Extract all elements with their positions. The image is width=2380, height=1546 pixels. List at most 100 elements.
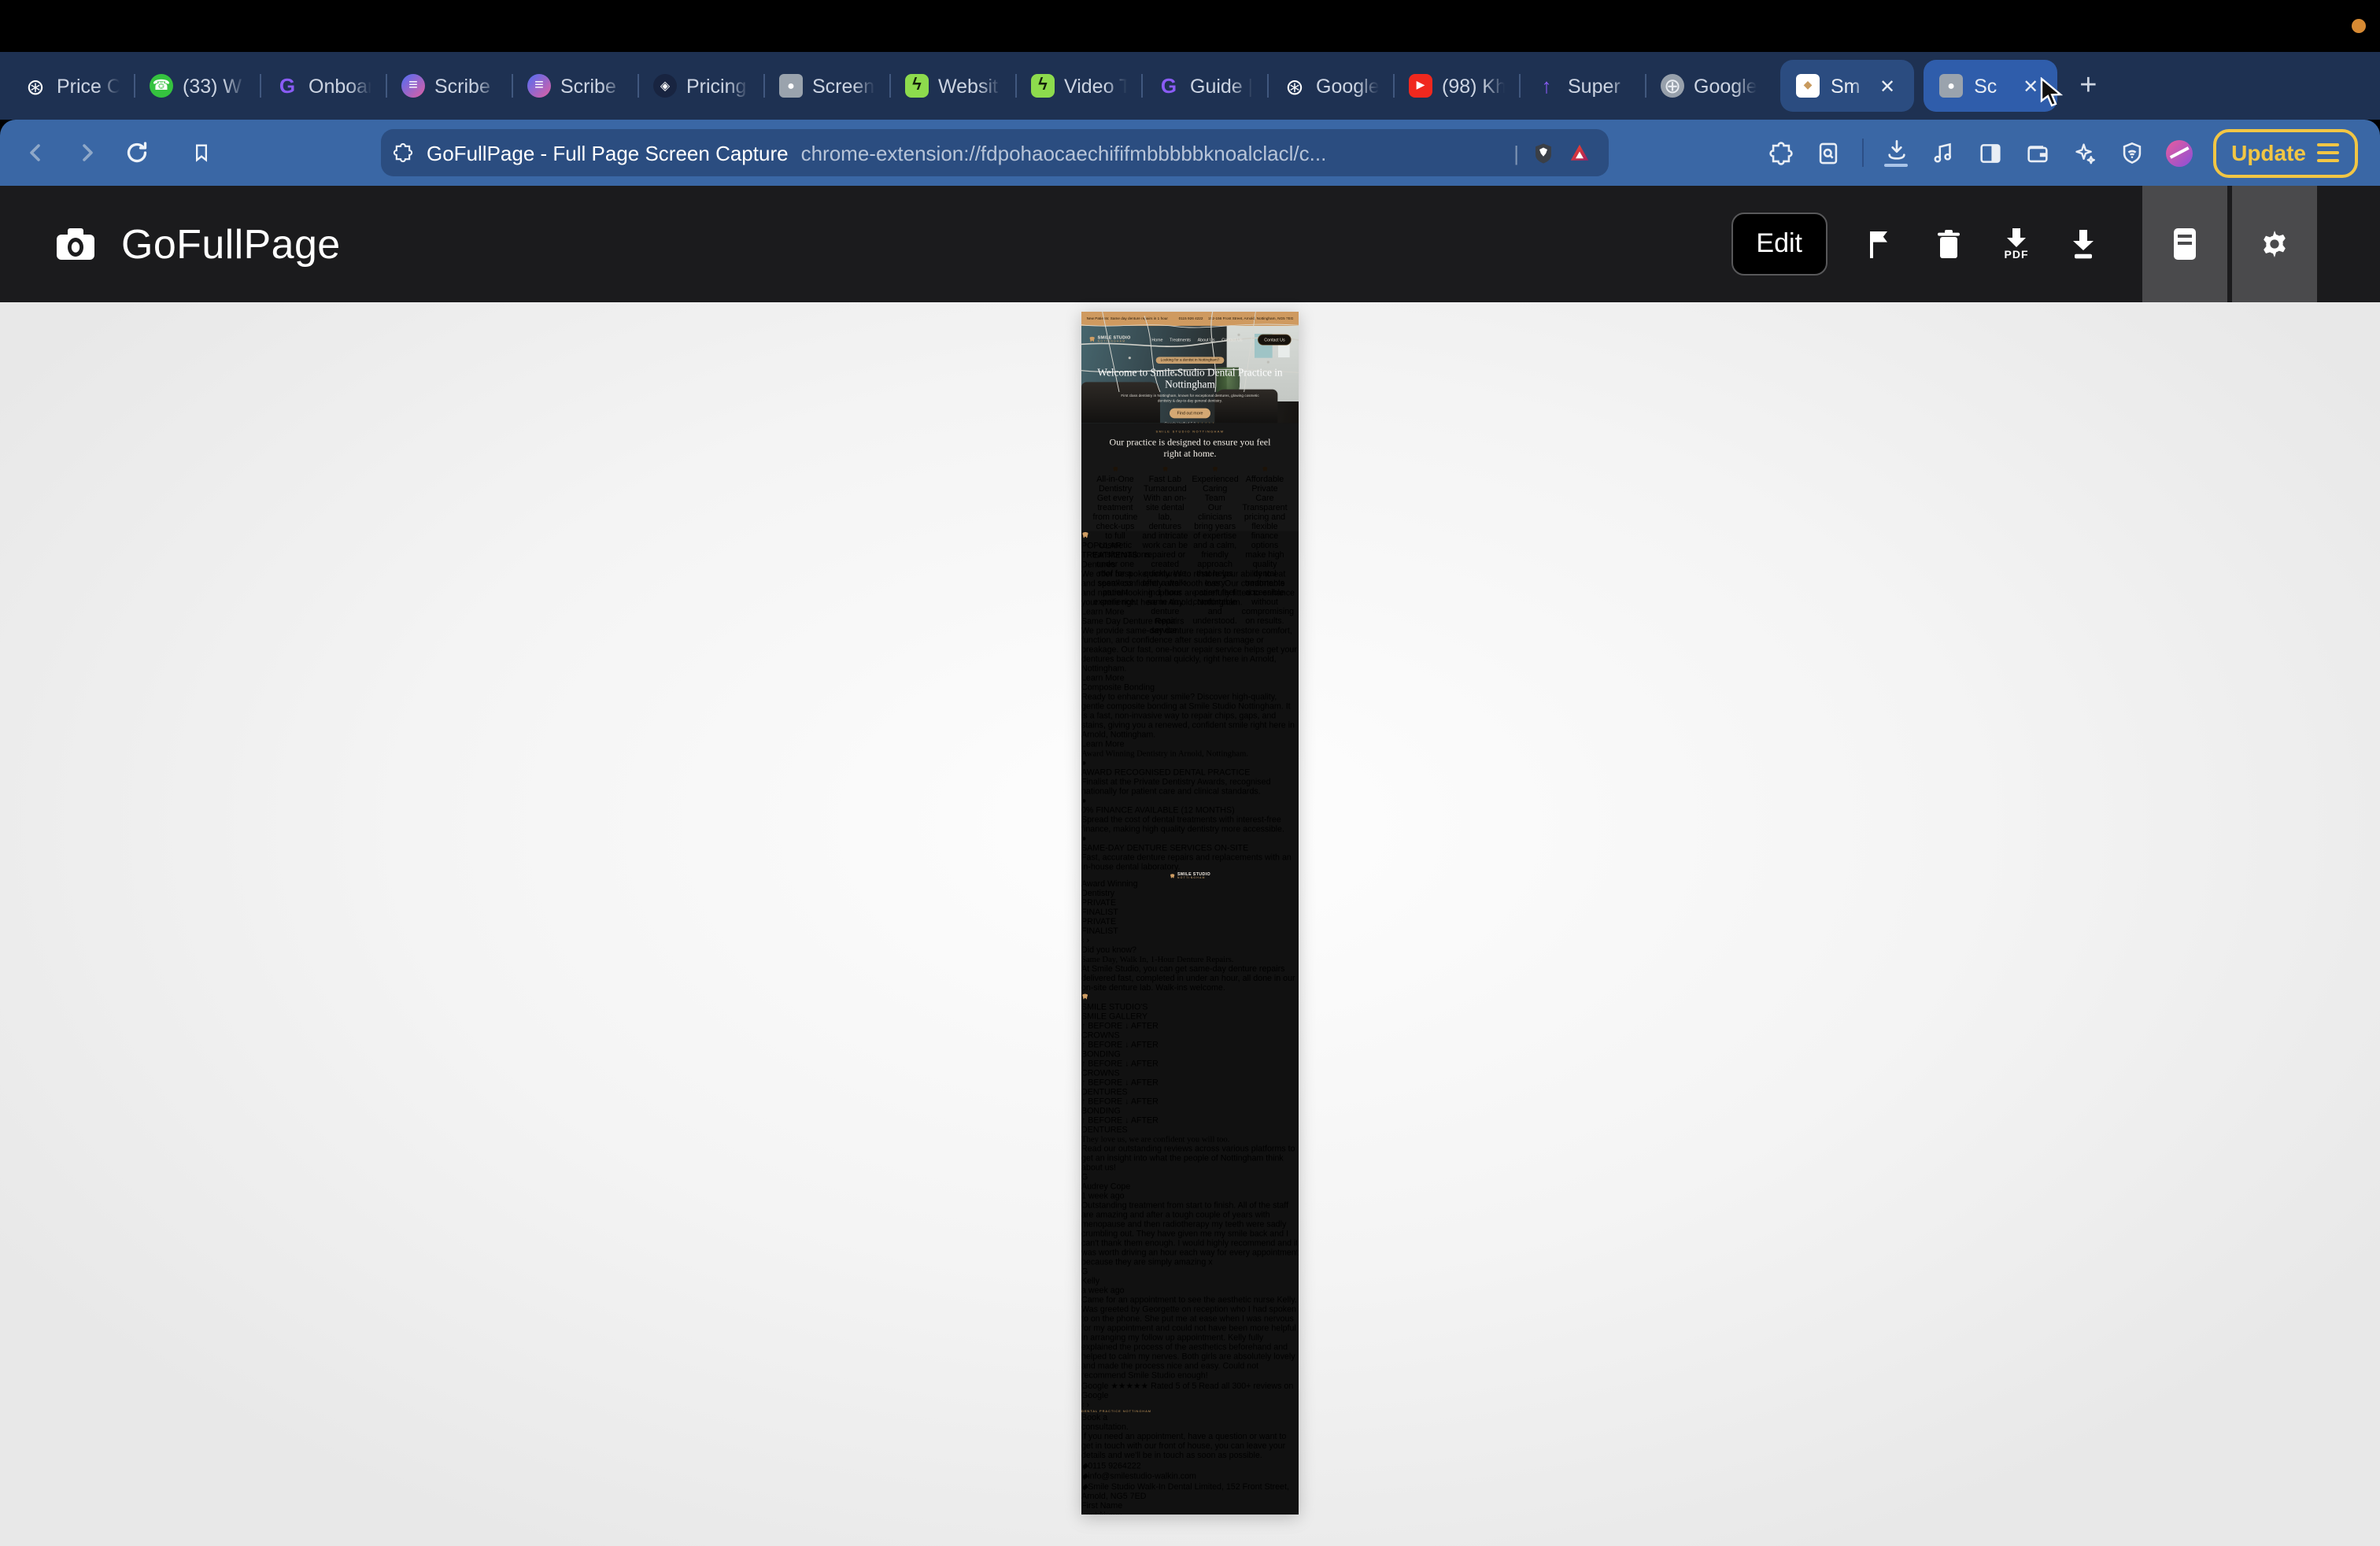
update-label: Update — [2231, 140, 2306, 165]
tab-favicon-icon — [1157, 74, 1181, 98]
screenshot-preview: New Patients: Same day denture repairs i… — [1081, 312, 1299, 1515]
before-chip: ↑ BEFORE — [1081, 1022, 1122, 1030]
browser-tab[interactable]: Google — [1269, 52, 1393, 120]
award-item-text: Finalist at the Private Dentistry Awards… — [1081, 778, 1299, 797]
sidebar-icon[interactable] — [1976, 139, 2003, 166]
download-pdf-button[interactable]: PDF — [2004, 227, 2029, 261]
bookmark-icon[interactable] — [190, 142, 213, 164]
tab-favicon-icon — [1661, 74, 1684, 98]
browser-tab[interactable]: Scribe — [387, 52, 512, 120]
practice-cards: All-in-One Dentistry Get every treatment… — [1081, 465, 1299, 520]
brave-shield-icon[interactable] — [1532, 141, 1555, 165]
browser-tab[interactable]: Screen — [765, 52, 889, 120]
strip-next-icon: › — [1087, 1401, 1090, 1410]
browser-tab[interactable]: Super — [1521, 52, 1645, 120]
browser-tab[interactable]: Guide | — [1143, 52, 1267, 120]
browser-tab[interactable]: Pricing — [639, 52, 763, 120]
delete-button[interactable] — [1935, 228, 1963, 260]
treatment-text: Ready to enhance your smile? Discover hi… — [1081, 693, 1299, 740]
brand-line2: NOTTINGHAM — [1098, 340, 1131, 343]
back-button[interactable] — [22, 139, 50, 167]
site-award-section: Award Winning Dentistry in Arnold, Notti… — [1081, 749, 1299, 937]
after-chip: ↓ AFTER — [1125, 1060, 1159, 1068]
browser-toolbar: GoFullPage - Full Page Screen Capture ch… — [0, 120, 2380, 186]
search-page-icon[interactable] — [1814, 139, 1841, 166]
tab-label: Pricing — [686, 75, 749, 97]
reviews-summary-bar: Google ★★★★★ Rated 5 of 5 Read all 300+ … — [1081, 1381, 1299, 1400]
tab-label: Scribe — [560, 75, 623, 97]
leo-ai-sparkle-icon[interactable] — [2071, 139, 2097, 166]
profile-avatar[interactable] — [2165, 139, 2192, 166]
vpn-shield-icon[interactable] — [2118, 139, 2145, 166]
after-chip: ↓ AFTER — [1125, 1022, 1159, 1030]
reviews-title: They love us, we are confident you will … — [1081, 1135, 1299, 1145]
award-item-title: 0% FINANCE AVAILABLE (12 MONTHS) — [1081, 806, 1299, 816]
browser-tab[interactable]: Video T — [1017, 52, 1141, 120]
browser-tab[interactable]: Scribe — [513, 52, 638, 120]
tab-label: (33) W — [183, 75, 246, 97]
gallery-tiles: ↑ BEFORE ↓ AFTER CROWNS ↑ BEFORE — [1081, 1022, 1299, 1135]
flag-button[interactable] — [1865, 228, 1894, 260]
screen: Price C (33) W Onboar Scribe Scribe Pric… — [0, 0, 2380, 1546]
settings-gear-button[interactable] — [2232, 186, 2317, 302]
tab-label: Scribe — [434, 75, 497, 97]
award-item-text: Spread the cost of dental treatments wit… — [1081, 816, 1299, 834]
browser-tab[interactable]: (33) W — [135, 52, 260, 120]
site-nav: SMILE STUDIONOTTINGHAM HomeTreatmentsAbo… — [1081, 326, 1299, 353]
google-review-icon: G — [1081, 1173, 1299, 1182]
address-bar[interactable]: GoFullPage - Full Page Screen Capture ch… — [381, 129, 1609, 176]
tab-favicon-icon — [779, 74, 803, 98]
form-input: Last Name — [1081, 1511, 1299, 1515]
tab-label: Price C — [57, 75, 120, 97]
hero-title: Welcome to Smile Studio Dental Practice … — [1093, 367, 1288, 391]
tab-favicon-icon — [24, 74, 47, 98]
browser-tab[interactable]: Websit — [891, 52, 1015, 120]
treatment-card: Same Day Denture Repairs We provide same… — [1081, 617, 1299, 683]
review-cards: G Audrey Cope 1 week ago Outstanding tre… — [1081, 1173, 1299, 1381]
contact-text: Smile Studio Walk-In Dental Limited, 152… — [1081, 1483, 1289, 1501]
browser-tab[interactable]: Price C — [9, 52, 134, 120]
practice-card-text: Our clinicians bring years of expertise … — [1192, 503, 1238, 626]
downloads-icon[interactable] — [1883, 139, 1909, 168]
tab-favicon-icon — [1409, 74, 1432, 98]
tab-close-icon[interactable]: ✕ — [1876, 75, 1898, 97]
site-sameday-section: Did you know? Same Day, Walk In, 1-Hour … — [1081, 946, 1299, 993]
book-contact-item: ◆Smile Studio Walk-In Dental Limited, 15… — [1081, 1481, 1299, 1501]
practice-card: Experienced Caring Team Our clinicians b… — [1192, 465, 1238, 520]
award-title: Award Winning Dentistry in Arnold, Notti… — [1081, 749, 1299, 759]
toolbar-divider — [1861, 139, 1863, 167]
tab-favicon-icon — [1283, 74, 1306, 98]
review-time: a week ago — [1081, 1286, 1299, 1296]
extensions-icon[interactable] — [1767, 139, 1794, 166]
reload-button[interactable] — [123, 139, 151, 167]
download-image-button[interactable] — [2070, 228, 2097, 260]
before-label: BEFORE — [1088, 1041, 1122, 1049]
browser-tab[interactable]: (98) Kh — [1395, 52, 1519, 120]
browser-tab[interactable]: Onboar — [261, 52, 386, 120]
practice-title: Our practice is designed to ensure you f… — [1103, 437, 1277, 460]
site-practice-section: SMILE STUDIO NOTTINGHAM Our practice is … — [1081, 423, 1299, 531]
playlist-music-icon[interactable] — [1929, 139, 1956, 166]
bat-rewards-icon[interactable] — [1568, 141, 1591, 165]
reviewer-name: Audrey Cope — [1081, 1182, 1299, 1192]
url-text: chrome-extension://fdpohaocaechififmbbbb… — [801, 141, 1502, 165]
browser-tab-hovered[interactable]: Sm ✕ — [1780, 60, 1914, 112]
update-button[interactable]: Update — [2212, 128, 2358, 177]
files-list-toggle[interactable] — [2142, 186, 2227, 302]
forward-button[interactable] — [72, 139, 101, 167]
gallery-tile-category: CROWNS — [1081, 1031, 1299, 1041]
preview-canvas: New Patients: Same day denture repairs i… — [0, 302, 2380, 1546]
browser-tab-active[interactable]: Sc ✕ — [1924, 60, 2057, 112]
sameday-text: At Smile Studio, you can get same-day de… — [1081, 965, 1299, 993]
tab-list: Price C (33) W Onboar Scribe Scribe Pric… — [9, 52, 1771, 120]
browser-tab[interactable]: Google — [1646, 52, 1771, 120]
before-chip: ↑ BEFORE — [1081, 1041, 1122, 1049]
contact-text: info@smilestudio-walkin.com — [1088, 1472, 1196, 1481]
reviews-subtitle: Read our outstanding reviews across vari… — [1081, 1145, 1299, 1173]
tab-favicon-icon — [275, 74, 299, 98]
site-logo: SMILE STUDIONOTTINGHAM — [1088, 336, 1130, 344]
edit-button[interactable]: Edit — [1731, 213, 1828, 276]
wallet-icon[interactable] — [2023, 139, 2050, 166]
practice-card: Fast Lab Turnaround With an on-site dent… — [1142, 465, 1188, 520]
new-tab-button[interactable]: + — [2079, 68, 2097, 103]
